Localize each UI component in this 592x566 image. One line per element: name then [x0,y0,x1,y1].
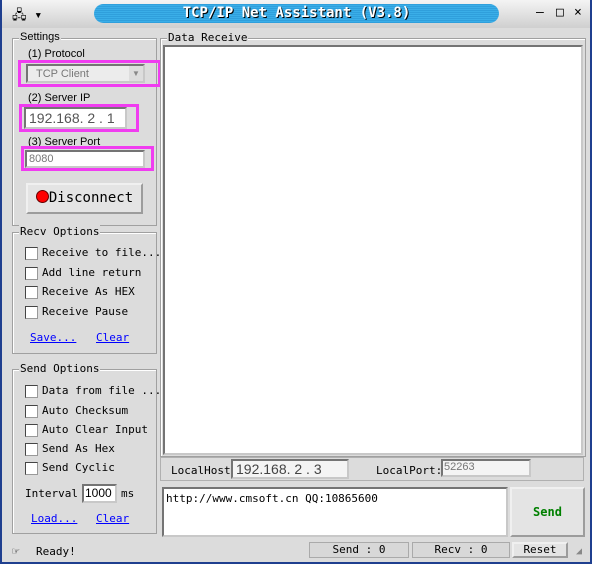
receive-to-file-checkbox[interactable] [25,247,38,260]
window-title: TCP/IP Net Assistant (V3.8) [94,4,499,23]
clear-receive-link[interactable]: Clear [96,331,129,344]
add-line-return-label: Add line return [42,266,142,279]
send-button[interactable]: Send [510,487,585,537]
auto-clear-input-label: Auto Clear Input [42,423,148,436]
receive-as-hex-checkbox[interactable] [25,286,38,299]
auto-clear-input-checkbox[interactable] [25,424,38,437]
reset-button[interactable]: Reset [512,542,568,558]
localport-label: LocalPort: [376,464,443,477]
resize-grip-icon[interactable]: ◢ [576,546,582,557]
add-line-return-checkbox[interactable] [25,267,38,280]
localhost-input[interactable]: 192.168. 2 . 3 [231,459,349,479]
title-bar: 🖧 ▾ TCP/IP Net Assistant (V3.8) – □ × [2,0,590,28]
protocol-label: (1) Protocol [28,48,85,60]
chevron-down-icon[interactable]: ▼ [129,66,143,81]
interval-unit: ms [121,487,135,500]
recv-options-label: Recv Options [19,225,101,238]
disconnect-button[interactable]: Disconnect [26,183,143,214]
receive-as-hex-label: Receive As HEX [42,285,135,298]
send-as-hex-checkbox[interactable] [25,443,38,456]
recv-counter: Recv : 0 [412,542,510,558]
status-text: Ready! [36,545,76,558]
data-from-file-checkbox[interactable] [25,385,38,398]
status-led-icon [35,190,49,203]
disconnect-label: Disconnect [48,190,134,206]
receive-pause-checkbox[interactable] [25,306,38,319]
receive-to-file-label: Receive to file... [42,246,162,259]
load-link[interactable]: Load... [31,512,77,525]
close-button[interactable]: × [574,5,582,20]
localport-input[interactable]: 52263 [441,459,531,477]
settings-label: Settings [19,31,61,43]
protocol-value: TCP Client [36,68,89,80]
app-window: 🖧 ▾ TCP/IP Net Assistant (V3.8) – □ × Se… [0,0,592,564]
receive-pause-label: Receive Pause [42,305,129,318]
save-link[interactable]: Save... [30,331,76,344]
clear-send-link[interactable]: Clear [96,512,129,525]
send-cyclic-checkbox[interactable] [25,462,38,475]
data-from-file-label: Data from file ... [42,384,162,397]
data-receive-label: Data Receive [167,31,249,44]
localhost-label: LocalHost: [171,464,238,477]
send-as-hex-label: Send As Hex [42,442,115,455]
server-ip-label: (2) Server IP [28,92,91,104]
auto-checksum-label: Auto Checksum [42,404,129,417]
server-ip-input[interactable]: 192.168. 2 . 1 [24,107,127,129]
receive-textarea[interactable] [163,45,583,455]
send-options-label: Send Options [19,362,101,375]
maximize-button[interactable]: □ [556,5,564,20]
interval-input[interactable]: 1000 [82,484,117,503]
protocol-select[interactable]: TCP Client ▼ [26,64,145,83]
minimize-button[interactable]: – [536,5,544,20]
interval-label: Interval [25,487,78,500]
send-textarea[interactable]: http://www.cmsoft.cn QQ:10865600 [162,487,508,537]
hand-pointer-icon: ☞ [12,544,20,558]
app-menu-icon[interactable]: 🖧 ▾ [12,6,42,28]
send-cyclic-label: Send Cyclic [42,461,115,474]
server-port-input[interactable]: 8080 [25,150,145,168]
auto-checksum-checkbox[interactable] [25,405,38,418]
send-counter: Send : 0 [309,542,409,558]
